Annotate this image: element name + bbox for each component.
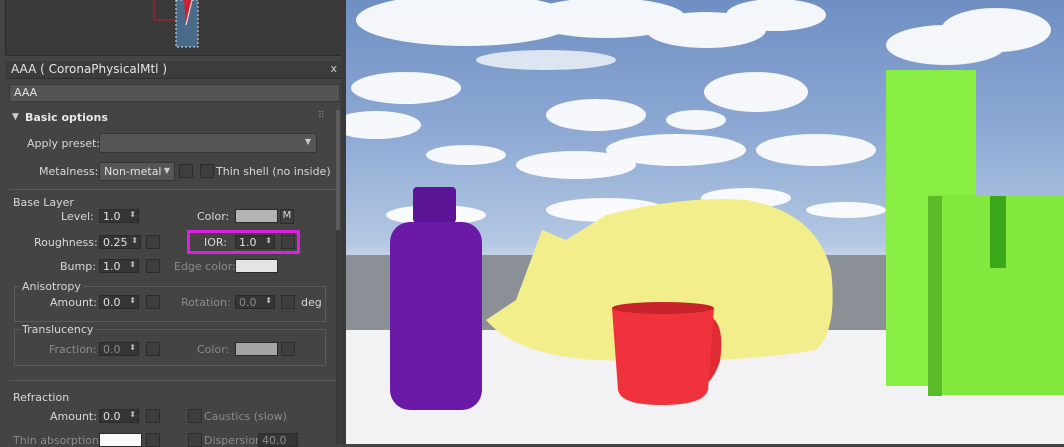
aniso-amount-map-button[interactable] (146, 295, 160, 309)
spinner-arrows-icon[interactable]: ⬍ (131, 236, 138, 245)
aniso-amount-spinner[interactable]: 0.0 ⬍ (99, 295, 139, 309)
dispersion-spinner[interactable]: 40.0 (258, 433, 298, 447)
refr-amount-label: Amount: (50, 410, 97, 423)
base-layer-header: Base Layer (13, 196, 74, 209)
node-preview-area[interactable] (5, 0, 343, 56)
roughness-map-button[interactable] (146, 235, 160, 249)
panel-scrollbar[interactable] (336, 110, 340, 444)
fraction-value: 0.0 (103, 343, 121, 356)
level-spinner[interactable]: 1.0 ⬍ (99, 209, 139, 223)
anisotropy-header: Anisotropy (20, 280, 83, 293)
fraction-map-button[interactable] (146, 342, 160, 356)
thin-absorption-label: Thin absorption: (13, 434, 103, 447)
spinner-arrows-icon[interactable]: ⬍ (129, 260, 136, 269)
spinner-arrows-icon[interactable]: ⬍ (129, 210, 136, 219)
deg-label: deg (301, 296, 322, 309)
apply-preset-label: Apply preset: (27, 137, 101, 150)
refr-amount-map-button[interactable] (146, 409, 160, 423)
thin-shell-checkbox[interactable] (200, 164, 214, 178)
ior-label: IOR: (204, 236, 227, 249)
fraction-label: Fraction: (49, 343, 97, 356)
thin-shell-label: Thin shell (no inside) (216, 165, 331, 178)
rollout-expand-icon[interactable]: ▼ (12, 112, 19, 122)
color-label: Color: (197, 210, 230, 223)
node-thumbnail (153, 0, 199, 48)
refraction-header: Refraction (13, 391, 70, 404)
bottle-body (390, 222, 482, 410)
bump-value: 1.0 (103, 260, 121, 273)
basic-options-header[interactable]: Basic options (25, 111, 108, 124)
roughness-label: Roughness: (34, 236, 98, 249)
roughness-spinner[interactable]: 0.25 ⬍ (99, 235, 141, 249)
edge-color-label: Edge color: (174, 260, 236, 273)
mug-rim (612, 302, 714, 314)
thin-absorption-map-button[interactable] (146, 433, 160, 447)
trans-color-label: Color: (197, 343, 230, 356)
aniso-amount-label: Amount: (50, 296, 97, 309)
green-slot-left (928, 196, 942, 396)
chevron-down-icon: ▼ (163, 166, 170, 175)
aniso-amount-value: 0.0 (103, 296, 121, 309)
spinner-arrows-icon[interactable]: ⬍ (129, 410, 136, 419)
chevron-down-icon: ▼ (304, 137, 311, 146)
dispersion-label: Dispersion (204, 434, 263, 447)
ior-map-button[interactable] (281, 235, 295, 249)
caustics-checkbox[interactable] (188, 409, 202, 423)
fraction-spinner[interactable]: 0.0 ⬍ (99, 342, 139, 356)
rotation-map-button[interactable] (281, 295, 295, 309)
metalness-value: Non-metal (104, 165, 162, 178)
translucency-header: Translucency (20, 323, 96, 336)
bump-spinner[interactable]: 1.0 ⬍ (99, 259, 139, 273)
level-value: 1.0 (103, 210, 121, 223)
color-map-button[interactable]: M (280, 209, 294, 224)
thin-absorption-swatch[interactable] (99, 433, 142, 447)
rotation-value: 0.0 (239, 296, 257, 309)
scrollbar-thumb[interactable] (336, 110, 340, 230)
spinner-arrows-icon[interactable]: ⬍ (265, 236, 272, 245)
bump-label: Bump: (60, 260, 96, 273)
ior-spinner[interactable]: 1.0 ⬍ (235, 235, 275, 249)
trans-color-swatch[interactable] (235, 342, 278, 356)
metalness-label: Metalness: (39, 165, 99, 178)
metalness-map-button[interactable] (179, 164, 193, 178)
metalness-dropdown[interactable]: Non-metal ▼ (99, 162, 175, 181)
green-slot-right (990, 196, 1006, 268)
divider (9, 380, 338, 381)
caustics-label: Caustics (slow) (204, 410, 287, 423)
trans-color-map-button[interactable] (281, 342, 295, 356)
material-name-value: AAA (14, 86, 38, 99)
material-name-field[interactable]: AAA (9, 84, 340, 102)
level-label: Level: (61, 210, 94, 223)
refr-amount-value: 0.0 (103, 410, 121, 423)
dispersion-value: 40.0 (262, 434, 287, 447)
divider (9, 189, 338, 190)
dispersion-checkbox[interactable] (188, 433, 202, 447)
render-viewport[interactable] (346, 0, 1064, 444)
edge-color-swatch[interactable] (235, 259, 278, 273)
rotation-label: Rotation: (181, 296, 231, 309)
ior-value: 1.0 (239, 236, 257, 249)
apply-preset-dropdown[interactable]: ▼ (99, 133, 317, 153)
spinner-arrows-icon[interactable]: ⬍ (265, 296, 272, 305)
material-titlebar[interactable]: AAA ( CoronaPhysicalMtl ) x (5, 61, 341, 79)
rollout-grip-icon: ⠿ (318, 111, 325, 121)
spinner-arrows-icon[interactable]: ⬍ (129, 343, 136, 352)
roughness-value: 0.25 (103, 236, 128, 249)
material-title: AAA ( CoronaPhysicalMtl ) (11, 62, 167, 76)
bump-map-button[interactable] (146, 259, 160, 273)
refr-amount-spinner[interactable]: 0.0 ⬍ (99, 409, 139, 423)
close-icon[interactable]: x (330, 62, 337, 75)
spinner-arrows-icon[interactable]: ⬍ (129, 296, 136, 305)
base-color-swatch[interactable] (235, 209, 278, 223)
material-editor-panel: AAA ( CoronaPhysicalMtl ) x AAA ▼ Basic … (0, 0, 346, 447)
rotation-spinner[interactable]: 0.0 ⬍ (235, 295, 275, 309)
mug-body (612, 308, 714, 405)
rendered-scene (346, 0, 1064, 444)
bottle-neck (413, 187, 456, 223)
